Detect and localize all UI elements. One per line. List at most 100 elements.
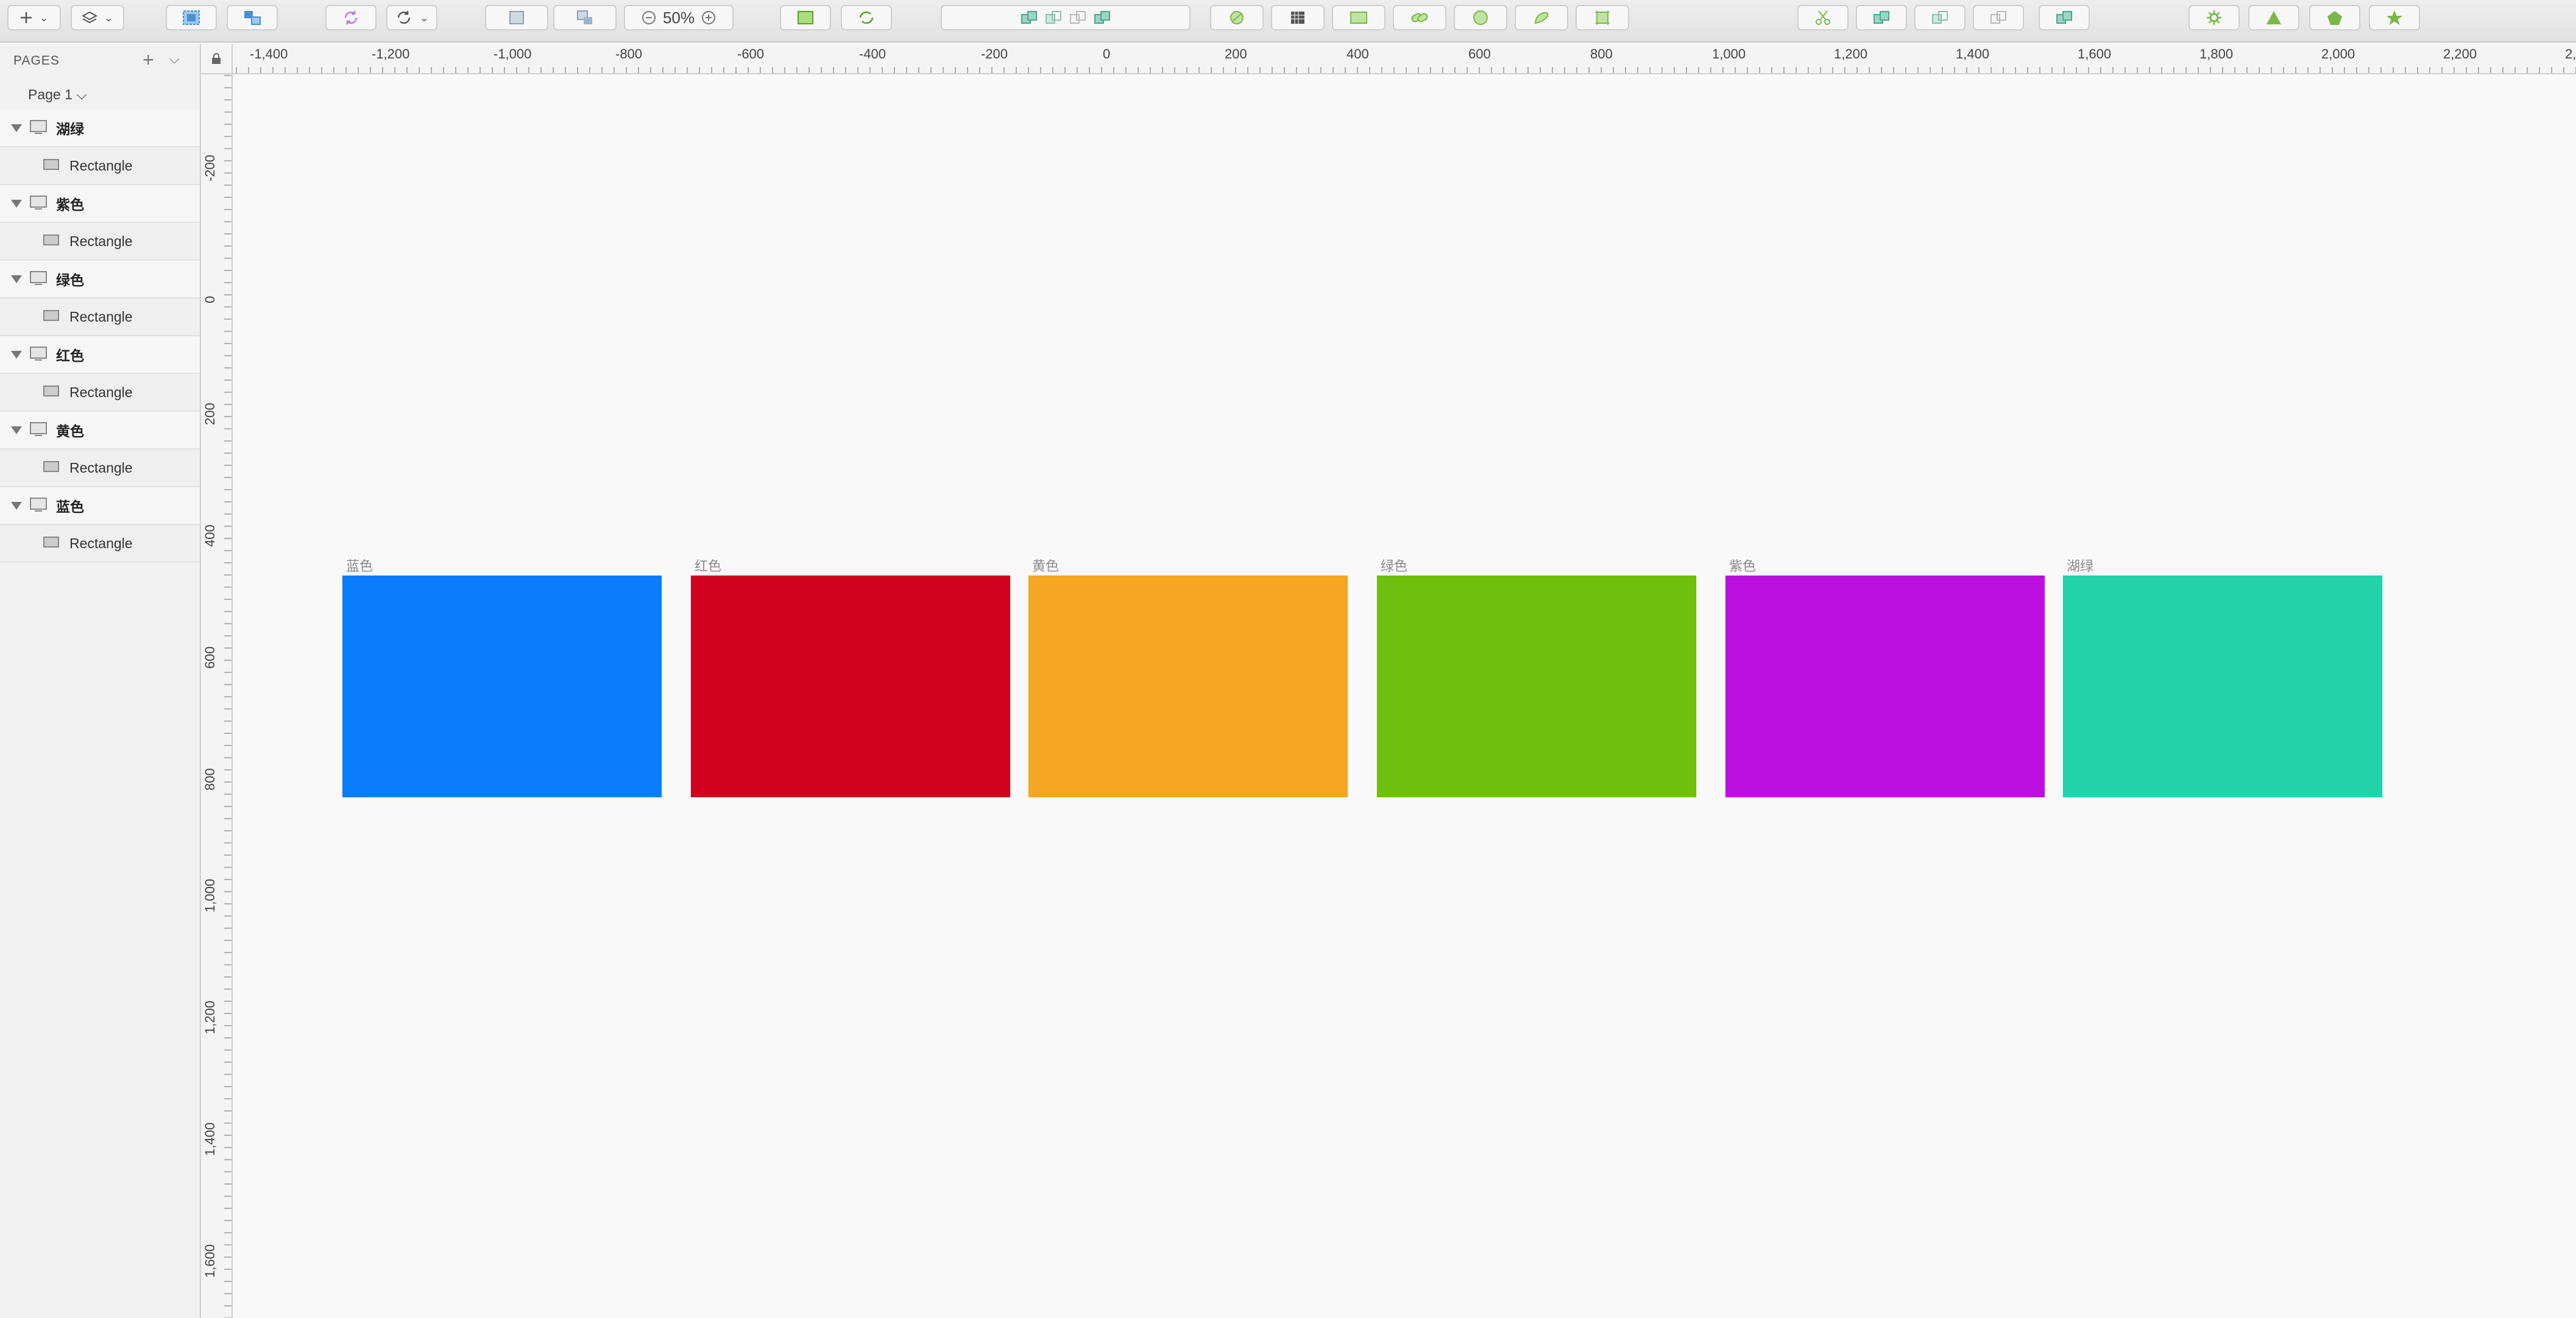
insert-button[interactable]: ⌄ bbox=[7, 5, 61, 30]
horizontal-ruler[interactable]: -1,400 -1,200 -1,000 -800 -600 -400 -200… bbox=[233, 44, 2576, 74]
flatten-icon bbox=[1349, 10, 1368, 26]
bool-subtract-button[interactable] bbox=[1914, 5, 1966, 30]
distribute-button[interactable] bbox=[553, 5, 617, 30]
layer-rectangle[interactable]: Rectangle bbox=[0, 525, 200, 563]
artboard-yellow[interactable] bbox=[1028, 576, 1348, 797]
triangle-icon bbox=[2265, 9, 2283, 26]
artboard-red[interactable] bbox=[691, 576, 1010, 797]
settings-button[interactable] bbox=[2189, 5, 2240, 30]
layer-artboard[interactable]: 绿色 bbox=[0, 261, 200, 298]
page-selector[interactable]: Page 1 ⌵ bbox=[28, 86, 87, 103]
gear-icon bbox=[2205, 9, 2223, 27]
bool-intersect-button[interactable] bbox=[1973, 5, 2024, 30]
union-icon bbox=[1872, 10, 1891, 26]
transform-button[interactable] bbox=[841, 5, 892, 30]
union-icon[interactable] bbox=[1020, 10, 1038, 26]
layer-artboard[interactable]: 红色 bbox=[0, 336, 200, 374]
ruler-lock[interactable] bbox=[201, 44, 233, 74]
plus-circle-icon[interactable] bbox=[701, 10, 717, 26]
ruler-label: -400 bbox=[859, 46, 886, 62]
scissors-button[interactable] bbox=[1797, 5, 1849, 30]
canvas[interactable]: 蓝色 红色 黄色 绿色 紫色 湖绿 bbox=[233, 74, 2576, 1318]
disclosure-triangle-icon[interactable] bbox=[11, 275, 22, 283]
layer-rectangle[interactable]: Rectangle bbox=[0, 298, 200, 336]
ruler-label: 200 bbox=[1225, 46, 1247, 62]
rectangle-icon bbox=[43, 158, 60, 174]
star-button[interactable] bbox=[2369, 5, 2420, 30]
layer-artboard[interactable]: 湖绿 bbox=[0, 110, 200, 147]
scale-button[interactable] bbox=[1271, 5, 1325, 30]
ruler-label: 400 bbox=[202, 524, 218, 547]
triangle-button[interactable] bbox=[2248, 5, 2299, 30]
disclosure-triangle-icon[interactable] bbox=[11, 501, 22, 510]
artboard-title[interactable]: 湖绿 bbox=[2067, 555, 2093, 575]
disclosure-triangle-icon[interactable] bbox=[11, 350, 22, 359]
artboard-icon bbox=[1593, 9, 1612, 27]
edit-button[interactable] bbox=[780, 5, 831, 30]
group-button[interactable] bbox=[166, 5, 217, 30]
bool-difference-button[interactable] bbox=[2039, 5, 2090, 30]
ungroup-button[interactable] bbox=[227, 5, 278, 30]
link-button[interactable] bbox=[1393, 5, 1446, 30]
collapse-pages-button[interactable]: ⌵ bbox=[169, 51, 180, 67]
ruler-label: 2,4 bbox=[2565, 46, 2576, 62]
subtract-icon[interactable] bbox=[1044, 10, 1063, 26]
minus-circle-icon[interactable] bbox=[641, 10, 657, 26]
disclosure-triangle-icon[interactable] bbox=[11, 124, 22, 132]
artboard-button[interactable] bbox=[1576, 5, 1629, 30]
artboard-title[interactable]: 黄色 bbox=[1032, 555, 1059, 575]
artboard-title[interactable]: 蓝色 bbox=[346, 555, 373, 575]
artboard-title[interactable]: 绿色 bbox=[1381, 555, 1407, 575]
difference-icon[interactable] bbox=[1093, 10, 1111, 26]
distribute-icon bbox=[575, 9, 595, 27]
align-left-button[interactable] bbox=[485, 5, 548, 30]
artboard-purple[interactable] bbox=[1725, 576, 2045, 797]
ruler-label: 1,200 bbox=[202, 1000, 218, 1034]
rotate-icon bbox=[395, 9, 413, 27]
flatten-button[interactable] bbox=[1332, 5, 1385, 30]
link-icon bbox=[1410, 9, 1429, 26]
artboard-teal[interactable] bbox=[2063, 576, 2382, 797]
ruler-label: 0 bbox=[202, 295, 218, 303]
rectangle-icon bbox=[43, 535, 60, 552]
disclosure-triangle-icon[interactable] bbox=[11, 199, 22, 208]
layers-menu-button[interactable]: ⌄ bbox=[71, 5, 124, 30]
artboard-icon bbox=[28, 421, 49, 440]
layer-artboard[interactable]: 蓝色 bbox=[0, 487, 200, 525]
pentagon-button[interactable] bbox=[2309, 5, 2360, 30]
layer-rectangle[interactable]: Rectangle bbox=[0, 374, 200, 412]
ruler-label: 1,600 bbox=[202, 1244, 218, 1278]
layer-rectangle[interactable]: Rectangle bbox=[0, 449, 200, 487]
artboard-title[interactable]: 红色 bbox=[695, 555, 721, 575]
ruler-label: 2,200 bbox=[2443, 46, 2477, 62]
layer-name: Rectangle bbox=[69, 233, 133, 249]
add-page-button[interactable]: + bbox=[143, 49, 154, 71]
artboard-blue[interactable] bbox=[342, 576, 662, 797]
rectangle-icon bbox=[43, 309, 60, 325]
ruler-label: -200 bbox=[202, 154, 218, 181]
vertical-ruler[interactable]: -200 0 200 400 600 800 1,000 1,200 1,400… bbox=[201, 74, 233, 1318]
chevron-down-icon: ⌄ bbox=[39, 11, 49, 24]
artboard-title[interactable]: 紫色 bbox=[1729, 555, 1756, 575]
layer-name: Rectangle bbox=[69, 535, 133, 551]
intersect-icon[interactable] bbox=[1069, 10, 1087, 26]
mask-button[interactable] bbox=[1210, 5, 1264, 30]
layer-name: Rectangle bbox=[69, 459, 133, 476]
ruler-label: -1,400 bbox=[250, 46, 288, 62]
artboard-green[interactable] bbox=[1377, 576, 1696, 797]
layer-rectangle[interactable]: Rectangle bbox=[0, 223, 200, 261]
layer-artboard[interactable]: 黄色 bbox=[0, 412, 200, 449]
ruler-label: -1,000 bbox=[494, 46, 532, 62]
layer-artboard[interactable]: 紫色 bbox=[0, 185, 200, 223]
create-symbol-button[interactable] bbox=[325, 5, 377, 30]
difference-icon bbox=[2055, 10, 2073, 26]
layer-rectangle[interactable]: Rectangle bbox=[0, 147, 200, 185]
disclosure-triangle-icon[interactable] bbox=[11, 426, 22, 434]
vector-button[interactable] bbox=[1515, 5, 1568, 30]
override-button[interactable]: ⌄ bbox=[386, 5, 437, 30]
bool-union-button[interactable] bbox=[1856, 5, 1907, 30]
subtract-icon bbox=[1931, 10, 1949, 26]
layer-name: Rectangle bbox=[69, 157, 133, 174]
ruler-label: -600 bbox=[737, 46, 765, 62]
oval-button[interactable] bbox=[1454, 5, 1507, 30]
